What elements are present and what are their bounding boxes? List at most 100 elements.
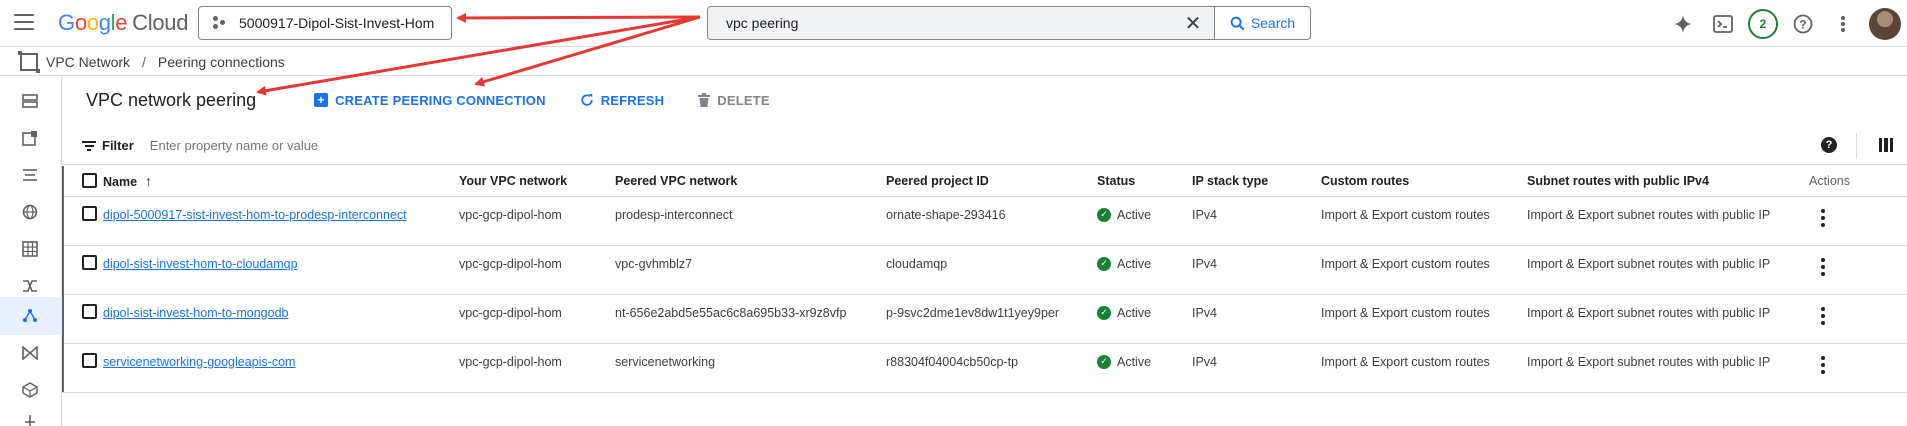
actions-cell bbox=[1809, 245, 1907, 295]
row-checkbox[interactable] bbox=[82, 254, 97, 270]
actions-cell bbox=[1809, 196, 1907, 246]
header-status: Status bbox=[1097, 166, 1192, 197]
row-select-cell bbox=[62, 245, 103, 295]
row-checkbox[interactable] bbox=[82, 303, 97, 319]
check-circle-icon: ✓ bbox=[1097, 305, 1111, 320]
nav-vpc-networks-icon[interactable] bbox=[19, 90, 41, 112]
notification-count: 2 bbox=[1748, 8, 1778, 39]
filter-input[interactable] bbox=[149, 138, 550, 153]
logo-letter: g bbox=[98, 10, 111, 35]
select-all-checkbox[interactable] bbox=[82, 172, 97, 188]
filter-label: Filter bbox=[102, 138, 134, 153]
table-header-row: Name ↑ Your VPC network Peered VPC networ… bbox=[62, 166, 1907, 197]
search-button-label: Search bbox=[1250, 15, 1296, 31]
vpc-cell: vpc-gcp-dipol-hom bbox=[459, 294, 615, 344]
row-more-vert-icon[interactable] bbox=[1821, 206, 1825, 227]
subnet-routes-cell: Import & Export subnet routes with publi… bbox=[1527, 294, 1809, 344]
sort-ascending-icon[interactable]: ↑ bbox=[145, 173, 152, 189]
delete-button[interactable]: DELETE bbox=[698, 93, 770, 108]
nav-cube-icon[interactable] bbox=[19, 379, 41, 401]
row-select-cell bbox=[62, 196, 103, 246]
column-display-icon[interactable] bbox=[1879, 138, 1893, 152]
search-input[interactable] bbox=[708, 7, 1178, 39]
header-name[interactable]: Name ↑ bbox=[103, 166, 459, 197]
nav-bowtie-icon[interactable] bbox=[19, 342, 41, 364]
subnet-routes-cell: Import & Export subnet routes with publi… bbox=[1527, 196, 1809, 246]
ip-cell: IPv4 bbox=[1192, 196, 1321, 246]
row-checkbox[interactable] bbox=[82, 205, 97, 221]
refresh-label: REFRESH bbox=[600, 92, 665, 108]
custom-routes-cell: Import & Export custom routes bbox=[1321, 294, 1527, 344]
cloud-shell-icon[interactable] bbox=[1703, 4, 1743, 44]
row-more-vert-icon[interactable] bbox=[1821, 255, 1825, 276]
row-more-vert-icon[interactable] bbox=[1821, 304, 1825, 325]
nav-routes-icon[interactable] bbox=[19, 164, 41, 186]
search-button[interactable]: Search bbox=[1214, 7, 1310, 39]
peered-vpc-cell: servicenetworking bbox=[615, 343, 886, 393]
project-cell: r88304f04004cb50cp-tp bbox=[886, 343, 1097, 393]
top-bar: Google Cloud 5000917-Dipol-Sist-Invest-Ho… bbox=[0, 0, 1907, 47]
actions-cell bbox=[1809, 343, 1907, 393]
clear-search-icon[interactable]: ✕ bbox=[1178, 8, 1208, 38]
more-vert-icon[interactable] bbox=[1823, 4, 1863, 44]
peering-name-link[interactable]: dipol-sist-invest-hom-to-mongodb bbox=[103, 306, 289, 320]
help-icon[interactable]: ? bbox=[1821, 137, 1837, 153]
row-select-cell bbox=[62, 343, 103, 393]
nav-tree-icon[interactable] bbox=[19, 411, 41, 426]
project-picker[interactable]: 5000917-Dipol-Sist-Invest-Hom bbox=[198, 6, 452, 40]
logo-letter: e bbox=[115, 10, 128, 35]
nav-shuffle-icon[interactable] bbox=[19, 275, 41, 297]
filter-bar: Filter ? bbox=[62, 127, 1907, 165]
search-icon bbox=[1230, 16, 1245, 30]
breadcrumb-root[interactable]: VPC Network bbox=[46, 54, 130, 70]
notifications-badge[interactable]: 2 bbox=[1743, 4, 1783, 44]
status-text: Active bbox=[1117, 207, 1152, 222]
page-header: VPC network peering + CREATE PEERING CON… bbox=[86, 77, 804, 123]
table-row: servicenetworking-googleapis-com vpc-gcp… bbox=[62, 343, 1907, 393]
peered-vpc-cell: prodesp-interconnect bbox=[615, 196, 886, 246]
project-cell: ornate-shape-293416 bbox=[886, 196, 1097, 246]
vpc-cell: vpc-gcp-dipol-hom bbox=[459, 196, 615, 246]
select-all-cell bbox=[62, 166, 103, 197]
google-cloud-logo[interactable]: Google Cloud bbox=[58, 10, 188, 36]
peering-name-link[interactable]: dipol-sist-invest-hom-to-cloudamqp bbox=[103, 257, 298, 271]
table-left-accent bbox=[62, 166, 64, 392]
help-circle-icon[interactable]: ? bbox=[1783, 4, 1823, 44]
peering-name-link[interactable]: servicenetworking-googleapis-com bbox=[103, 355, 295, 369]
logo-product: Cloud bbox=[132, 10, 189, 35]
row-checkbox[interactable] bbox=[82, 352, 97, 368]
gemini-sparkle-icon[interactable] bbox=[1663, 4, 1703, 44]
table-row: dipol-5000917-sist-invest-hom-to-prodesp… bbox=[62, 196, 1907, 246]
peered-vpc-cell: vpc-gvhmblz7 bbox=[615, 245, 886, 295]
custom-routes-cell: Import & Export custom routes bbox=[1321, 343, 1527, 393]
header-custom-routes: Custom routes bbox=[1321, 166, 1527, 197]
check-circle-icon: ✓ bbox=[1097, 207, 1111, 222]
logo-letter: o bbox=[74, 10, 87, 35]
ip-cell: IPv4 bbox=[1192, 245, 1321, 295]
vpc-cell: vpc-gcp-dipol-hom bbox=[459, 245, 615, 295]
trash-icon bbox=[698, 93, 711, 107]
main-menu-icon[interactable] bbox=[14, 14, 34, 30]
breadcrumb-separator: / bbox=[142, 53, 146, 70]
create-peering-label: CREATE PEERING CONNECTION bbox=[335, 92, 546, 108]
vpc-cell: vpc-gcp-dipol-hom bbox=[459, 343, 615, 393]
nav-grid-icon[interactable] bbox=[19, 238, 41, 260]
project-cell: p-9svc2dme1ev8dw1t1yey9per bbox=[886, 294, 1097, 344]
name-cell: servicenetworking-googleapis-com bbox=[103, 343, 459, 393]
status-text: Active bbox=[1117, 354, 1152, 369]
refresh-button[interactable]: REFRESH bbox=[580, 93, 665, 108]
add-box-icon: + bbox=[314, 93, 329, 107]
check-circle-icon: ✓ bbox=[1097, 354, 1111, 369]
nav-ip-addresses-icon[interactable] bbox=[19, 127, 41, 149]
peering-name-link[interactable]: dipol-5000917-sist-invest-hom-to-prodesp… bbox=[103, 208, 407, 222]
nav-globe-icon[interactable] bbox=[19, 201, 41, 223]
name-cell: dipol-sist-invest-hom-to-mongodb bbox=[103, 294, 459, 344]
account-avatar[interactable] bbox=[1869, 7, 1901, 40]
nav-peering-icon[interactable] bbox=[19, 305, 41, 327]
peered-vpc-cell: nt-656e2abd5e55ac6c8a695b33-xr9z8vfp bbox=[615, 294, 886, 344]
create-peering-button[interactable]: + CREATE PEERING CONNECTION bbox=[314, 93, 546, 108]
custom-routes-cell: Import & Export custom routes bbox=[1321, 245, 1527, 295]
ip-cell: IPv4 bbox=[1192, 294, 1321, 344]
row-select-cell bbox=[62, 294, 103, 344]
row-more-vert-icon[interactable] bbox=[1821, 353, 1825, 374]
